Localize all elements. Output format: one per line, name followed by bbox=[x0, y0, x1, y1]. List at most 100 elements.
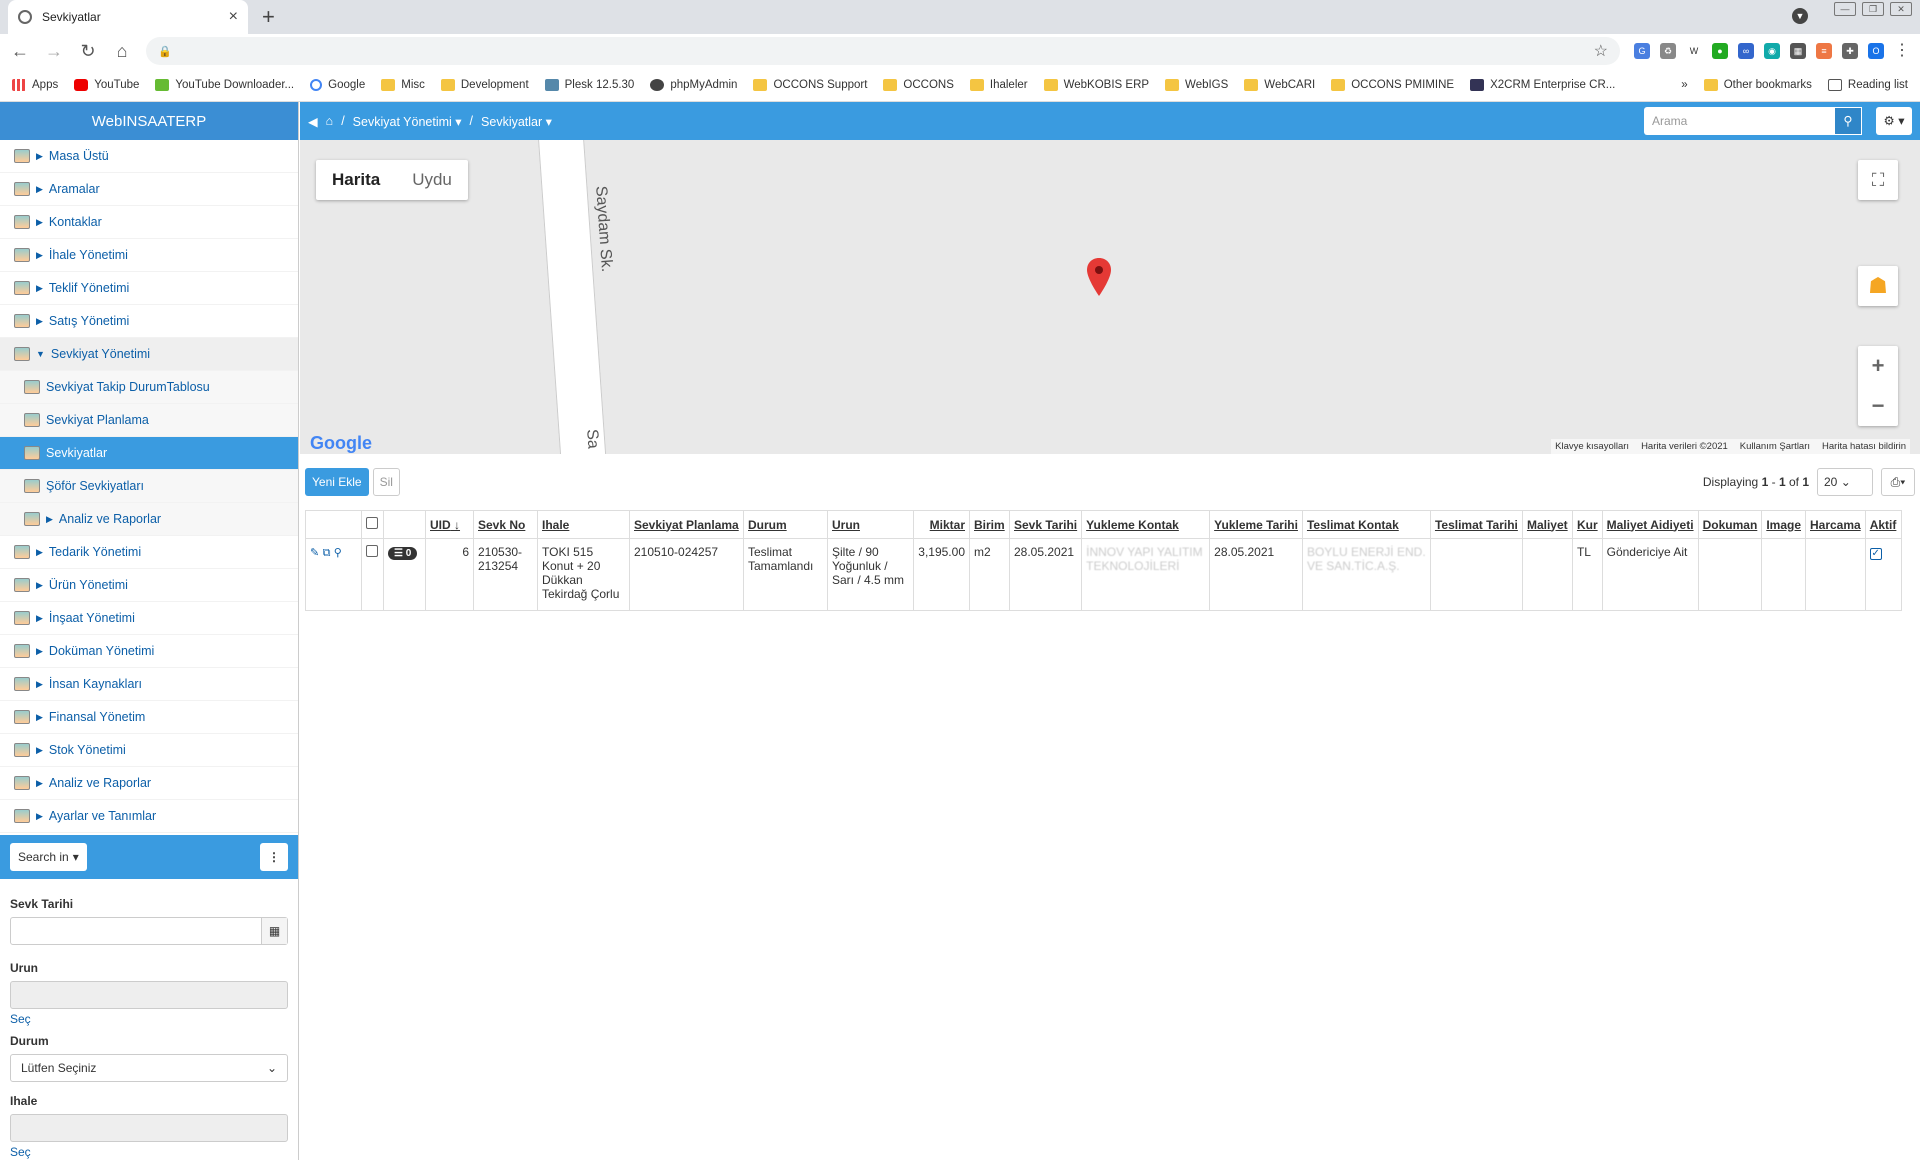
address-bar[interactable]: 🔒 ☆ bbox=[146, 37, 1620, 65]
sidebar-item-sevkiyat-yonetimi[interactable]: ▼ Sevkiyat Yönetimi bbox=[0, 338, 298, 371]
th-ihale[interactable]: Ihale bbox=[537, 510, 630, 539]
view-search-icon[interactable]: ⚲ bbox=[334, 547, 342, 559]
bookmark-item[interactable]: Apps bbox=[12, 78, 58, 91]
breadcrumb-sevkiyatlar[interactable]: Sevkiyatlar ▾ bbox=[481, 114, 552, 129]
th-durum[interactable]: Durum bbox=[743, 510, 828, 539]
profile-avatar[interactable]: O bbox=[1868, 43, 1884, 59]
sidebar-item-sevkiyatlar[interactable]: Sevkiyatlar bbox=[0, 437, 298, 470]
sidebar-item-insaat[interactable]: ▶ İnşaat Yönetimi bbox=[0, 602, 298, 635]
new-tab-button[interactable]: + bbox=[262, 4, 275, 30]
th-yukleme-tarihi[interactable]: Yukleme Tarihi bbox=[1209, 510, 1303, 539]
bookmark-folder[interactable]: WebIGS bbox=[1165, 78, 1228, 91]
map-type-satellite-button[interactable]: Uydu bbox=[396, 160, 468, 200]
kebab-menu-icon[interactable]: ⋮ bbox=[260, 843, 288, 871]
sidebar-item-satis[interactable]: ▶ Satış Yönetimi bbox=[0, 305, 298, 338]
sidebar-item-finansal[interactable]: ▶ Finansal Yönetim bbox=[0, 701, 298, 734]
print-icon[interactable]: ⎙▾ bbox=[1881, 468, 1915, 496]
app-brand[interactable]: WebINSAATERP bbox=[0, 102, 298, 140]
other-bookmarks[interactable]: Other bookmarks bbox=[1703, 78, 1812, 91]
html-extension-icon[interactable]: ▦ bbox=[1790, 43, 1806, 59]
tab-search-icon[interactable]: ▼ bbox=[1792, 8, 1808, 24]
urun-input[interactable] bbox=[10, 981, 288, 1009]
more-bookmarks-button[interactable]: » bbox=[1681, 79, 1687, 91]
reading-list[interactable]: Reading list bbox=[1827, 78, 1908, 91]
zoom-out-button[interactable]: − bbox=[1858, 386, 1898, 426]
bookmark-folder[interactable]: Misc bbox=[381, 78, 425, 91]
delete-button[interactable]: Sil bbox=[372, 468, 400, 496]
puzzle-extensions-icon[interactable]: ✚ bbox=[1842, 43, 1858, 59]
bookmark-folder[interactable]: WebKOBIS ERP bbox=[1043, 78, 1149, 91]
th-uid[interactable]: UID ↓ bbox=[425, 510, 474, 539]
sidebar-item-insan-kaynaklari[interactable]: ▶ İnsan Kaynakları bbox=[0, 668, 298, 701]
settings-gear-button[interactable]: ⚙ ▾ bbox=[1876, 107, 1912, 135]
urun-select-link[interactable]: Seç bbox=[10, 1012, 288, 1026]
search-icon[interactable]: ⚲ bbox=[1834, 107, 1862, 135]
keyboard-shortcuts-link[interactable]: Klavye kısayolları bbox=[1555, 441, 1629, 452]
add-new-button[interactable]: Yeni Ekle bbox=[305, 468, 369, 496]
th-maliyet-aidiyeti[interactable]: Maliyet Aidiyeti bbox=[1601, 510, 1699, 539]
restore-button[interactable]: ❐ bbox=[1862, 2, 1884, 16]
durum-select[interactable]: Lütfen Seçiniz ⌄ bbox=[10, 1054, 288, 1082]
bookmark-folder[interactable]: Ihaleler bbox=[969, 78, 1028, 91]
table-row[interactable]: ✎ ⧉ ⚲ ☰ 0 6 210530-213254 TOKI 515 Konut… bbox=[305, 538, 1902, 611]
back-icon[interactable]: ← bbox=[10, 41, 30, 62]
bookmark-item[interactable]: phpMyAdmin bbox=[650, 78, 737, 91]
th-miktar[interactable]: Miktar bbox=[913, 510, 970, 539]
page-size-select[interactable]: 20 ⌄ bbox=[1817, 468, 1873, 496]
sidebar-item-aramalar[interactable]: ▶ Aramalar bbox=[0, 173, 298, 206]
close-tab-icon[interactable]: × bbox=[229, 8, 238, 26]
th-harcama[interactable]: Harcama bbox=[1805, 510, 1866, 539]
sidebar-item-stok[interactable]: ▶ Stok Yönetimi bbox=[0, 734, 298, 767]
sidebar-item-tedarik[interactable]: ▶ Tedarik Yönetimi bbox=[0, 536, 298, 569]
back-arrow-icon[interactable]: ◀ bbox=[308, 114, 318, 129]
bookmark-item[interactable]: Google bbox=[310, 78, 365, 91]
rss-extension-icon[interactable]: ≡ bbox=[1816, 43, 1832, 59]
sidebar-item-ihale[interactable]: ▶ İhale Yönetimi bbox=[0, 239, 298, 272]
edit-icon[interactable]: ✎ bbox=[310, 547, 319, 559]
th-maliyet[interactable]: Maliyet bbox=[1521, 510, 1573, 539]
bookmark-folder[interactable]: Development bbox=[440, 78, 529, 91]
th-sevkiyat-planlama[interactable]: Sevkiyat Planlama bbox=[629, 510, 744, 539]
row-checkbox[interactable] bbox=[366, 545, 378, 557]
browser-menu-icon[interactable]: ⋮ bbox=[1894, 43, 1910, 59]
th-teslimat-kontak[interactable]: Teslimat Kontak bbox=[1301, 510, 1431, 539]
th-birim[interactable]: Birim bbox=[969, 510, 1010, 539]
bookmark-folder[interactable]: WebCARI bbox=[1244, 78, 1315, 91]
calendar-icon[interactable]: ▦ bbox=[261, 918, 287, 944]
maps-extension-icon[interactable]: ● bbox=[1712, 43, 1728, 59]
zoom-in-button[interactable]: + bbox=[1858, 346, 1898, 386]
bookmark-item[interactable]: Plesk 12.5.30 bbox=[544, 78, 634, 91]
sidebar-item-sofor-sevkiyatlari[interactable]: Şöför Sevkiyatları bbox=[0, 470, 298, 503]
sidebar-item-dokuman[interactable]: ▶ Doküman Yönetimi bbox=[0, 635, 298, 668]
sidebar-item-sevkiyat-planlama[interactable]: Sevkiyat Planlama bbox=[0, 404, 298, 437]
map-view[interactable]: Saydam Sk. Sa Harita Uydu ⛶ ☗ + − Google… bbox=[300, 140, 1920, 454]
th-aktif[interactable]: Aktif bbox=[1864, 510, 1902, 539]
th-yukleme-kontak[interactable]: Yukleme Kontak bbox=[1081, 510, 1211, 539]
close-window-button[interactable]: ✕ bbox=[1890, 2, 1912, 16]
th-image[interactable]: Image bbox=[1761, 510, 1806, 539]
th-teslimat-tarihi[interactable]: Teslimat Tarihi bbox=[1429, 510, 1523, 539]
bookmark-folder[interactable]: OCCONS PMIMINE bbox=[1331, 78, 1454, 91]
ihale-input[interactable] bbox=[10, 1114, 288, 1142]
bookmark-star-icon[interactable]: ☆ bbox=[1594, 41, 1608, 61]
recycle-extension-icon[interactable]: ♻ bbox=[1660, 43, 1676, 59]
home-icon[interactable]: ⌂ bbox=[112, 41, 132, 62]
fullscreen-icon[interactable]: ⛶ bbox=[1858, 160, 1898, 200]
map-marker-icon[interactable] bbox=[1087, 258, 1111, 296]
terms-link[interactable]: Kullanım Şartları bbox=[1740, 441, 1810, 452]
bookmark-folder[interactable]: OCCONS Support bbox=[753, 78, 867, 91]
home-icon[interactable]: ⌂ bbox=[326, 114, 334, 128]
minimize-button[interactable]: — bbox=[1834, 2, 1856, 16]
ihale-select-link[interactable]: Seç bbox=[10, 1145, 288, 1159]
notes-count-badge[interactable]: ☰ 0 bbox=[388, 547, 418, 560]
select-all-checkbox[interactable] bbox=[366, 517, 378, 529]
search-in-dropdown[interactable]: Search in ▾ bbox=[10, 843, 87, 871]
bookmark-item[interactable]: YouTube Downloader... bbox=[155, 78, 294, 91]
sidebar-item-sevkiyat-takip[interactable]: Sevkiyat Takip DurumTablosu bbox=[0, 371, 298, 404]
sidebar-item-masa-ustu[interactable]: ▶ Masa Üstü bbox=[0, 140, 298, 173]
rocket-extension-icon[interactable]: ◉ bbox=[1764, 43, 1780, 59]
sidebar-item-kontaklar[interactable]: ▶ Kontaklar bbox=[0, 206, 298, 239]
infinity-extension-icon[interactable]: ∞ bbox=[1738, 43, 1754, 59]
sidebar-item-analiz[interactable]: ▶ Analiz ve Raporlar bbox=[0, 767, 298, 800]
th-dokuman[interactable]: Dokuman bbox=[1697, 510, 1763, 539]
